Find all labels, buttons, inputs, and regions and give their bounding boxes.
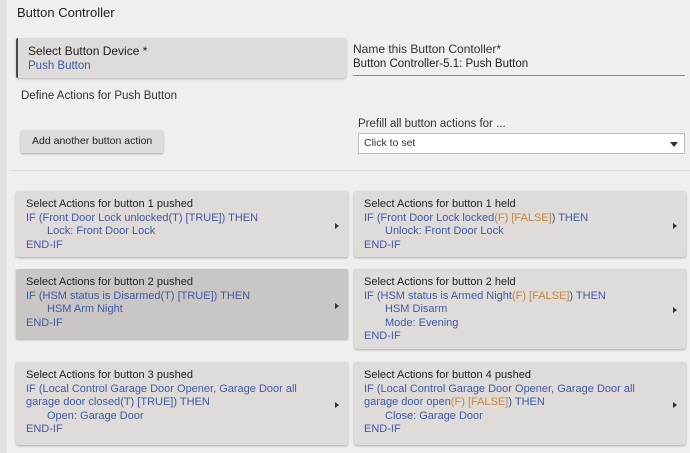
card-condition-then: ) THEN	[569, 289, 606, 302]
card-condition-then: ) THEN	[551, 211, 589, 224]
card-action: Unlock: Front Door Lock	[385, 225, 504, 238]
card-end: END-IF	[26, 238, 63, 251]
card-title: Select Actions for button 1 held	[364, 198, 516, 210]
card-condition-state: (T) [TRUE]	[120, 396, 174, 409]
card-end: END-IF	[26, 316, 63, 329]
action-card-button-2-pushed[interactable]: Select Actions for button 2 pushed IF (H…	[16, 269, 348, 339]
card-end: END-IF	[364, 330, 401, 343]
card-condition: IF (HSM status is Disarmed	[26, 289, 161, 302]
card-condition-state: (T) [TRUE]	[168, 211, 222, 224]
add-button-action-button[interactable]: Add another button action	[21, 130, 164, 153]
card-condition-state: (F) [FALSE]	[450, 396, 509, 409]
left-rail	[0, 0, 7, 453]
card-condition-then: ) THEN	[221, 211, 259, 224]
action-card-button-1-pushed[interactable]: Select Actions for button 1 pushed IF (F…	[16, 191, 348, 257]
card-condition: IF (Front Door Lock locked	[364, 211, 495, 224]
action-card-button-4-pushed[interactable]: Select Actions for button 4 pushed IF (L…	[354, 362, 686, 445]
card-condition-state: (F) [FALSE]	[511, 289, 570, 302]
chevron-right-icon	[673, 307, 677, 313]
define-actions-label: Define Actions for Push Button	[21, 90, 177, 102]
card-end: END-IF	[364, 423, 401, 436]
action-card-button-1-held[interactable]: Select Actions for button 1 held IF (Fro…	[354, 191, 686, 257]
card-action: HSM Arm Night	[47, 303, 123, 316]
divider	[10, 170, 690, 171]
card-condition-then: ) THEN	[213, 289, 251, 302]
chevron-right-icon	[673, 402, 677, 408]
card-condition-then: ) THEN	[508, 396, 545, 409]
chevron-right-icon	[335, 303, 339, 309]
name-field-label: Name this Button Contoller*	[353, 42, 502, 56]
card-condition: IF (Front Door Lock unlocked	[26, 211, 169, 224]
card-action: Lock: Front Door Lock	[47, 225, 156, 238]
select-button-device[interactable]: Select Button Device * Push Button	[16, 38, 346, 78]
chevron-right-icon	[335, 223, 339, 229]
device-value: Push Button	[28, 60, 91, 72]
card-title: Select Actions for button 1 pushed	[26, 198, 193, 210]
device-label: Select Button Device *	[28, 44, 148, 58]
prefill-label: Prefill all button actions for ...	[358, 118, 506, 130]
card-action: Mode: Evening	[385, 316, 459, 329]
card-title: Select Actions for button 4 pushed	[364, 369, 531, 381]
chevron-right-icon	[335, 402, 339, 408]
action-card-button-2-held[interactable]: Select Actions for button 2 held IF (HSM…	[354, 269, 686, 349]
name-field-input[interactable]: Button Controller-5.1: Push Button	[353, 57, 685, 76]
card-end: END-IF	[364, 238, 401, 251]
chevron-right-icon	[673, 223, 677, 229]
card-action: Open: Garage Door	[47, 409, 144, 422]
card-title: Select Actions for button 3 pushed	[26, 369, 193, 381]
action-card-button-3-pushed[interactable]: Select Actions for button 3 pushed IF (L…	[16, 362, 348, 445]
caret-down-icon	[670, 142, 678, 147]
card-condition-state: (T) [TRUE]	[160, 289, 214, 302]
card-action: Close: Garage Door	[385, 409, 483, 422]
card-title: Select Actions for button 2 held	[364, 276, 516, 288]
card-end: END-IF	[26, 423, 63, 436]
card-action: HSM Disarm	[385, 303, 448, 316]
card-condition-then: ) THEN	[173, 396, 210, 409]
card-title: Select Actions for button 2 pushed	[26, 276, 193, 288]
card-condition: IF (HSM status is Armed Night	[364, 289, 512, 302]
prefill-select-value: Click to set	[364, 137, 416, 149]
prefill-select[interactable]: Click to set	[358, 133, 685, 154]
card-condition-state: (F) [FALSE]	[494, 211, 552, 224]
page-title: Button Controller	[17, 5, 115, 20]
